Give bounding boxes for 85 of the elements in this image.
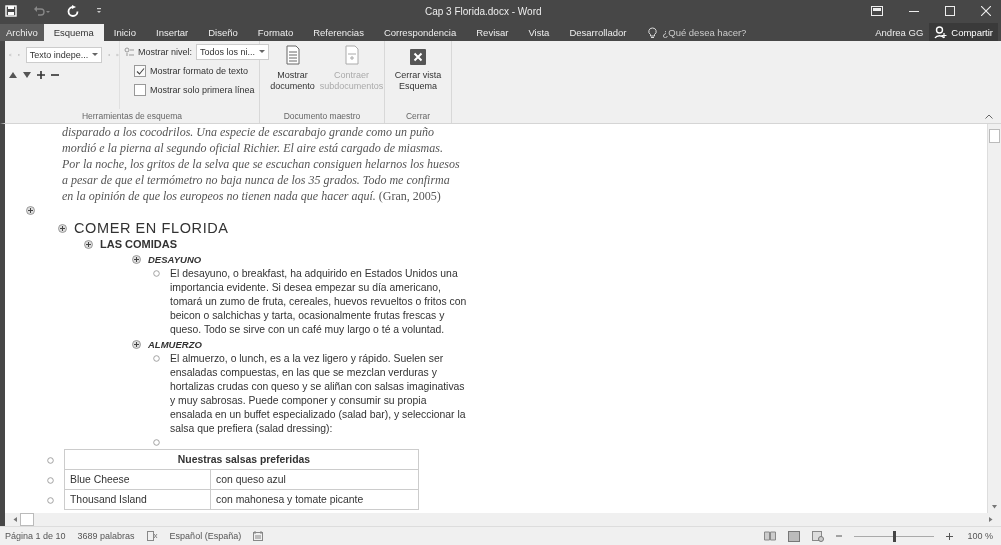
checkbox-label: Mostrar formato de texto bbox=[150, 66, 249, 76]
undo-icon[interactable] bbox=[33, 5, 51, 17]
subheading: ALMUERZO bbox=[147, 338, 202, 352]
scroll-down-icon[interactable] bbox=[992, 505, 997, 509]
save-icon[interactable] bbox=[5, 5, 17, 17]
ribbon-tab[interactable]: Correspondencia bbox=[373, 24, 467, 41]
body-text-bullet-icon[interactable] bbox=[152, 439, 160, 446]
table-cell: Thousand Island bbox=[64, 489, 211, 510]
move-down-icon[interactable] bbox=[23, 71, 31, 79]
expand-icon[interactable] bbox=[37, 71, 45, 79]
body-paragraph: El desayuno, o breakfast, ha adquirido en Estados Unidos una importancia evidente. Si desea empezar su día americano, tomará un zumo de fruta, cereales, huevos revueltos o fritos con beicon o salchichas y tarta, ocasionalmente frutas frescas y queso. Todo se sirve con un café muy largo o té a voluntad. bbox=[169, 267, 468, 337]
expand-plus-icon[interactable] bbox=[25, 206, 35, 215]
scrollbar-thumb[interactable] bbox=[989, 129, 1000, 143]
expand-plus-icon[interactable] bbox=[57, 224, 67, 233]
ribbon-display-icon[interactable] bbox=[871, 6, 883, 16]
ribbon-tab[interactable]: Revisar bbox=[466, 24, 519, 41]
maximize-icon[interactable] bbox=[945, 6, 955, 16]
vertical-scrollbar[interactable] bbox=[987, 124, 1001, 513]
document-icon bbox=[343, 45, 360, 65]
ribbon-tab[interactable]: Inicio bbox=[103, 24, 146, 41]
expand-plus-icon[interactable] bbox=[131, 340, 141, 349]
ribbon-tab[interactable]: Diseño bbox=[198, 24, 248, 41]
word-count[interactable]: 3689 palabras bbox=[77, 531, 135, 541]
show-level-label: Mostrar nivel: bbox=[138, 47, 192, 57]
subheading: LAS COMIDAS bbox=[99, 237, 177, 252]
collapse-ribbon-icon[interactable] bbox=[985, 114, 993, 119]
group-label: Herramientas de esquema bbox=[80, 110, 184, 123]
ribbon-tab[interactable]: Vista bbox=[518, 24, 560, 41]
scroll-right-icon[interactable] bbox=[989, 517, 993, 522]
expand-plus-icon[interactable] bbox=[83, 240, 93, 249]
group-label: Cerrar bbox=[404, 110, 432, 123]
move-up-icon[interactable] bbox=[9, 71, 17, 79]
checkbox[interactable] bbox=[134, 65, 146, 77]
body-text-bullet-icon[interactable] bbox=[47, 456, 54, 464]
close-icon[interactable] bbox=[981, 6, 991, 16]
outline-level-dropdown[interactable]: Texto indepe... bbox=[25, 47, 103, 63]
dropdown-caret-icon[interactable] bbox=[259, 50, 266, 54]
scroll-left-icon[interactable] bbox=[13, 517, 17, 522]
close-icon bbox=[410, 49, 426, 65]
zoom-out-icon[interactable] bbox=[836, 533, 843, 539]
ribbon-tab[interactable]: Desarrollador bbox=[559, 24, 637, 41]
body-text-bullet-icon[interactable] bbox=[47, 476, 54, 484]
show-level-dropdown[interactable]: Todos los ni... bbox=[196, 44, 270, 60]
zoom-percentage[interactable]: 100 % bbox=[967, 531, 993, 541]
collapse-icon[interactable] bbox=[51, 71, 59, 79]
body-text-bullet-icon[interactable] bbox=[152, 270, 160, 277]
subheading: DESAYUNO bbox=[147, 253, 202, 267]
show-level-icon bbox=[124, 47, 134, 57]
heading: COMER EN FLORIDA bbox=[73, 219, 229, 237]
person-add-icon bbox=[934, 25, 948, 39]
dropdown-caret-icon[interactable] bbox=[92, 53, 99, 57]
body-text-bullet-icon[interactable] bbox=[152, 355, 160, 362]
redo-icon[interactable] bbox=[67, 5, 79, 17]
share-button[interactable]: Compartir bbox=[929, 23, 998, 41]
language[interactable]: Español (España) bbox=[169, 531, 242, 541]
group-label: Documento maestro bbox=[282, 110, 362, 123]
quote-paragraph: disparado a los cocodrilos. Una especie de escarabajo grande como un puño mordió e la pierna al segundo oficial Richier. El aire está cargado de miasmas. Por la noche, los gritos de la selva que se escuchan consiguen helarnos los huesos a pesar de que el termómetro no baja nunca de los 35 grados. Todo me confirma en la opinión de que los europeos no tienen nada que hacer aquí. (Gran, 2005) bbox=[62, 124, 461, 204]
zoom-slider-thumb[interactable] bbox=[893, 530, 897, 542]
body-text-bullet-icon[interactable] bbox=[47, 496, 54, 504]
read-mode-icon[interactable] bbox=[764, 531, 777, 541]
lightbulb-icon bbox=[648, 26, 658, 39]
ribbon-tab[interactable]: Formato bbox=[247, 24, 304, 41]
table-header-cell: Nuestras salsas preferidas bbox=[64, 449, 419, 470]
horizontal-scrollbar[interactable] bbox=[0, 513, 1001, 526]
ribbon-tab[interactable]: Insertar bbox=[146, 24, 199, 41]
proofing-icon[interactable] bbox=[146, 531, 158, 541]
ribbon-tab[interactable]: Esquema bbox=[43, 24, 104, 41]
web-layout-icon[interactable] bbox=[812, 530, 825, 542]
page-count[interactable]: Página 1 de 10 bbox=[5, 531, 66, 541]
window-title: Cap 3 Florida.docx - Word bbox=[425, 5, 543, 17]
tell-me-field[interactable]: ¿Qué desea hacer? bbox=[648, 24, 747, 41]
user-name[interactable]: Andrea GG bbox=[869, 24, 930, 41]
ribbon-tab[interactable]: Archivo bbox=[0, 24, 44, 41]
ribbon-tab[interactable]: Referencias bbox=[303, 24, 374, 41]
print-layout-icon[interactable] bbox=[788, 530, 801, 542]
scrollbar-thumb[interactable] bbox=[20, 513, 34, 526]
table-cell: con mahonesa y tomate picante bbox=[210, 489, 419, 510]
body-paragraph: El almuerzo, o lunch, es a la vez ligero y rápido. Suelen ser ensaladas compuestas, en las que se mezclan verduras y hortalizas crudas con queso y se aliñan con salsas imaginativas y muy sabrosas. Puede componer y consumir su propia ensalada en un buffet especializado (salad bar), y seleccionar la salsa que prefiera (salad dressing): bbox=[169, 352, 467, 436]
document-icon bbox=[284, 45, 301, 65]
zoom-in-icon[interactable] bbox=[946, 532, 954, 540]
checkbox-label: Mostrar solo primera línea bbox=[150, 85, 255, 95]
close-outline-view-button[interactable]: Cerrar vista Esquema bbox=[389, 41, 447, 109]
macro-icon[interactable] bbox=[253, 531, 264, 541]
checkbox[interactable] bbox=[134, 84, 146, 96]
expand-plus-icon[interactable] bbox=[131, 255, 141, 264]
